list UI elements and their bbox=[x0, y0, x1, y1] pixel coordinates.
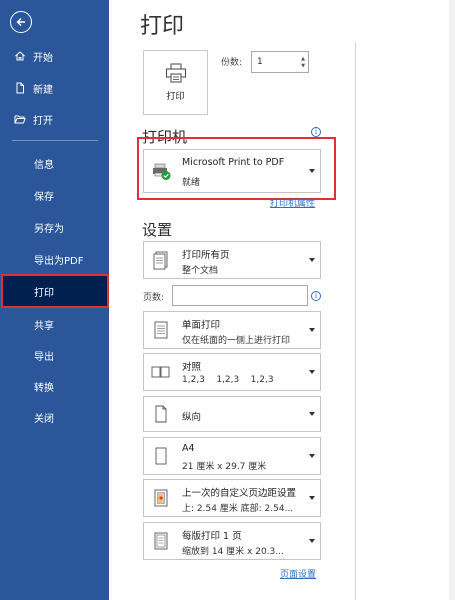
new-doc-icon bbox=[14, 82, 26, 94]
paper-size-icon bbox=[149, 444, 173, 468]
chevron-down-icon bbox=[309, 169, 315, 173]
nav-item-info[interactable]: 信息 bbox=[0, 148, 109, 178]
nav-item-label: 关闭 bbox=[34, 413, 54, 425]
nav-item-label: 导出为PDF bbox=[34, 255, 84, 267]
margins-icon bbox=[149, 486, 173, 510]
pages-label: 页数: bbox=[143, 293, 165, 303]
print-range-dropdown[interactable]: 打印所有页 整个文档 bbox=[143, 241, 321, 279]
printer-status: 就绪 bbox=[182, 178, 201, 188]
copies-label: 份数: bbox=[221, 58, 243, 68]
printer-ready-icon bbox=[149, 159, 173, 183]
nav-item-label: 开始 bbox=[33, 52, 53, 64]
folder-open-icon bbox=[14, 113, 26, 125]
nav-item-label: 打开 bbox=[33, 115, 53, 127]
home-icon bbox=[14, 50, 26, 62]
scrollbar-track[interactable] bbox=[449, 0, 455, 600]
nav-item-label: 导出 bbox=[34, 351, 54, 363]
nav-item-print[interactable]: 打印 bbox=[1, 274, 109, 308]
chevron-down-icon bbox=[309, 496, 315, 500]
orientation-dropdown[interactable]: 纵向 bbox=[143, 396, 321, 432]
preview-divider bbox=[355, 42, 356, 600]
nav-item-home[interactable]: 开始 bbox=[0, 41, 109, 71]
paper-size-dropdown[interactable]: A4 21 厘米 x 29.7 厘米 bbox=[143, 437, 321, 475]
chevron-down-icon bbox=[309, 539, 315, 543]
print-range-title: 打印所有页 bbox=[182, 250, 230, 261]
info-icon[interactable]: i bbox=[311, 291, 321, 301]
chevron-down-icon bbox=[309, 412, 315, 416]
pages-input[interactable] bbox=[172, 285, 308, 306]
printer-dropdown[interactable]: Microsoft Print to PDF 就绪 bbox=[143, 149, 321, 193]
nav-item-open[interactable]: 打开 bbox=[0, 104, 109, 134]
single-sided-icon bbox=[149, 318, 173, 342]
sides-dropdown[interactable]: 单面打印 仅在纸面的一侧上进行打印 bbox=[143, 311, 321, 349]
nav-item-label: 转换 bbox=[34, 382, 54, 394]
nav-item-share[interactable]: 共享 bbox=[0, 309, 109, 339]
printer-name: Microsoft Print to PDF bbox=[182, 157, 285, 168]
back-button[interactable] bbox=[10, 11, 32, 33]
collate-dropdown[interactable]: 对照 1,2,3 1,2,3 1,2,3 bbox=[143, 353, 321, 391]
nav-item-new[interactable]: 新建 bbox=[0, 73, 109, 103]
pages-per-sheet-dropdown[interactable]: 每版打印 1 页 缩放到 14 厘米 x 20.3... bbox=[143, 522, 321, 560]
collate-icon bbox=[149, 360, 173, 384]
pages-per-sheet-subtitle: 缩放到 14 厘米 x 20.3... bbox=[182, 547, 284, 557]
chevron-down-icon bbox=[309, 370, 315, 374]
page-setup-link[interactable]: 页面设置 bbox=[280, 567, 316, 580]
collate-title: 对照 bbox=[182, 362, 202, 373]
paper-size-subtitle: 21 厘米 x 29.7 厘米 bbox=[182, 462, 267, 472]
chevron-down-icon bbox=[309, 454, 315, 458]
back-arrow-icon bbox=[16, 18, 25, 26]
nav-item-label: 保存 bbox=[34, 191, 54, 203]
nav-item-label: 共享 bbox=[34, 320, 54, 332]
nav-item-label: 新建 bbox=[33, 84, 53, 96]
nav-item-label: 信息 bbox=[34, 159, 54, 171]
nav-item-save-as[interactable]: 另存为 bbox=[0, 212, 109, 242]
nav-item-save[interactable]: 保存 bbox=[0, 180, 109, 210]
printer-icon bbox=[165, 63, 186, 83]
pages-per-sheet-title: 每版打印 1 页 bbox=[182, 531, 242, 542]
sidebar-divider bbox=[12, 140, 98, 141]
spin-up-icon[interactable]: ▲ bbox=[301, 57, 305, 62]
nav-item-label: 打印 bbox=[34, 287, 54, 299]
nav-item-convert[interactable]: 转换 bbox=[0, 371, 109, 401]
document-pages-icon bbox=[149, 248, 173, 272]
paper-size-title: A4 bbox=[182, 443, 195, 454]
chevron-down-icon bbox=[309, 258, 315, 262]
info-icon[interactable]: i bbox=[311, 127, 321, 137]
print-button-label: 打印 bbox=[166, 92, 185, 102]
settings-heading: 设置 bbox=[142, 221, 173, 239]
nav-item-export[interactable]: 导出 bbox=[0, 340, 109, 370]
sides-subtitle: 仅在纸面的一侧上进行打印 bbox=[182, 336, 291, 346]
margins-subtitle: 上: 2.54 厘米 底部: 2.54... bbox=[182, 504, 294, 514]
nav-item-close[interactable]: 关闭 bbox=[0, 402, 109, 432]
print-range-subtitle: 整个文档 bbox=[182, 266, 219, 276]
margins-title: 上一次的自定义页边距设置 bbox=[182, 488, 297, 499]
page-title: 打印 bbox=[140, 14, 185, 39]
collate-subtitle: 1,2,3 1,2,3 1,2,3 bbox=[182, 375, 274, 385]
orientation-title: 纵向 bbox=[182, 412, 202, 423]
printer-properties-link[interactable]: 打印机属性 bbox=[270, 196, 315, 209]
copies-value: 1 bbox=[257, 57, 263, 67]
print-button[interactable]: 打印 bbox=[143, 50, 208, 115]
copies-stepper[interactable]: 1 ▲ ▼ bbox=[251, 51, 309, 73]
margins-dropdown[interactable]: 上一次的自定义页边距设置 上: 2.54 厘米 底部: 2.54... bbox=[143, 479, 321, 517]
spin-down-icon[interactable]: ▼ bbox=[301, 64, 305, 69]
pages-per-sheet-icon bbox=[149, 529, 173, 553]
chevron-down-icon bbox=[309, 328, 315, 332]
nav-item-label: 另存为 bbox=[34, 223, 64, 235]
portrait-icon bbox=[149, 402, 173, 426]
sides-title: 单面打印 bbox=[182, 320, 221, 331]
nav-item-export-pdf[interactable]: 导出为PDF bbox=[0, 244, 109, 274]
backstage-sidebar: 开始 新建 打开 信息 保存 另存为 导出为PDF 打印 共享 导出 转换 关闭 bbox=[0, 0, 109, 600]
